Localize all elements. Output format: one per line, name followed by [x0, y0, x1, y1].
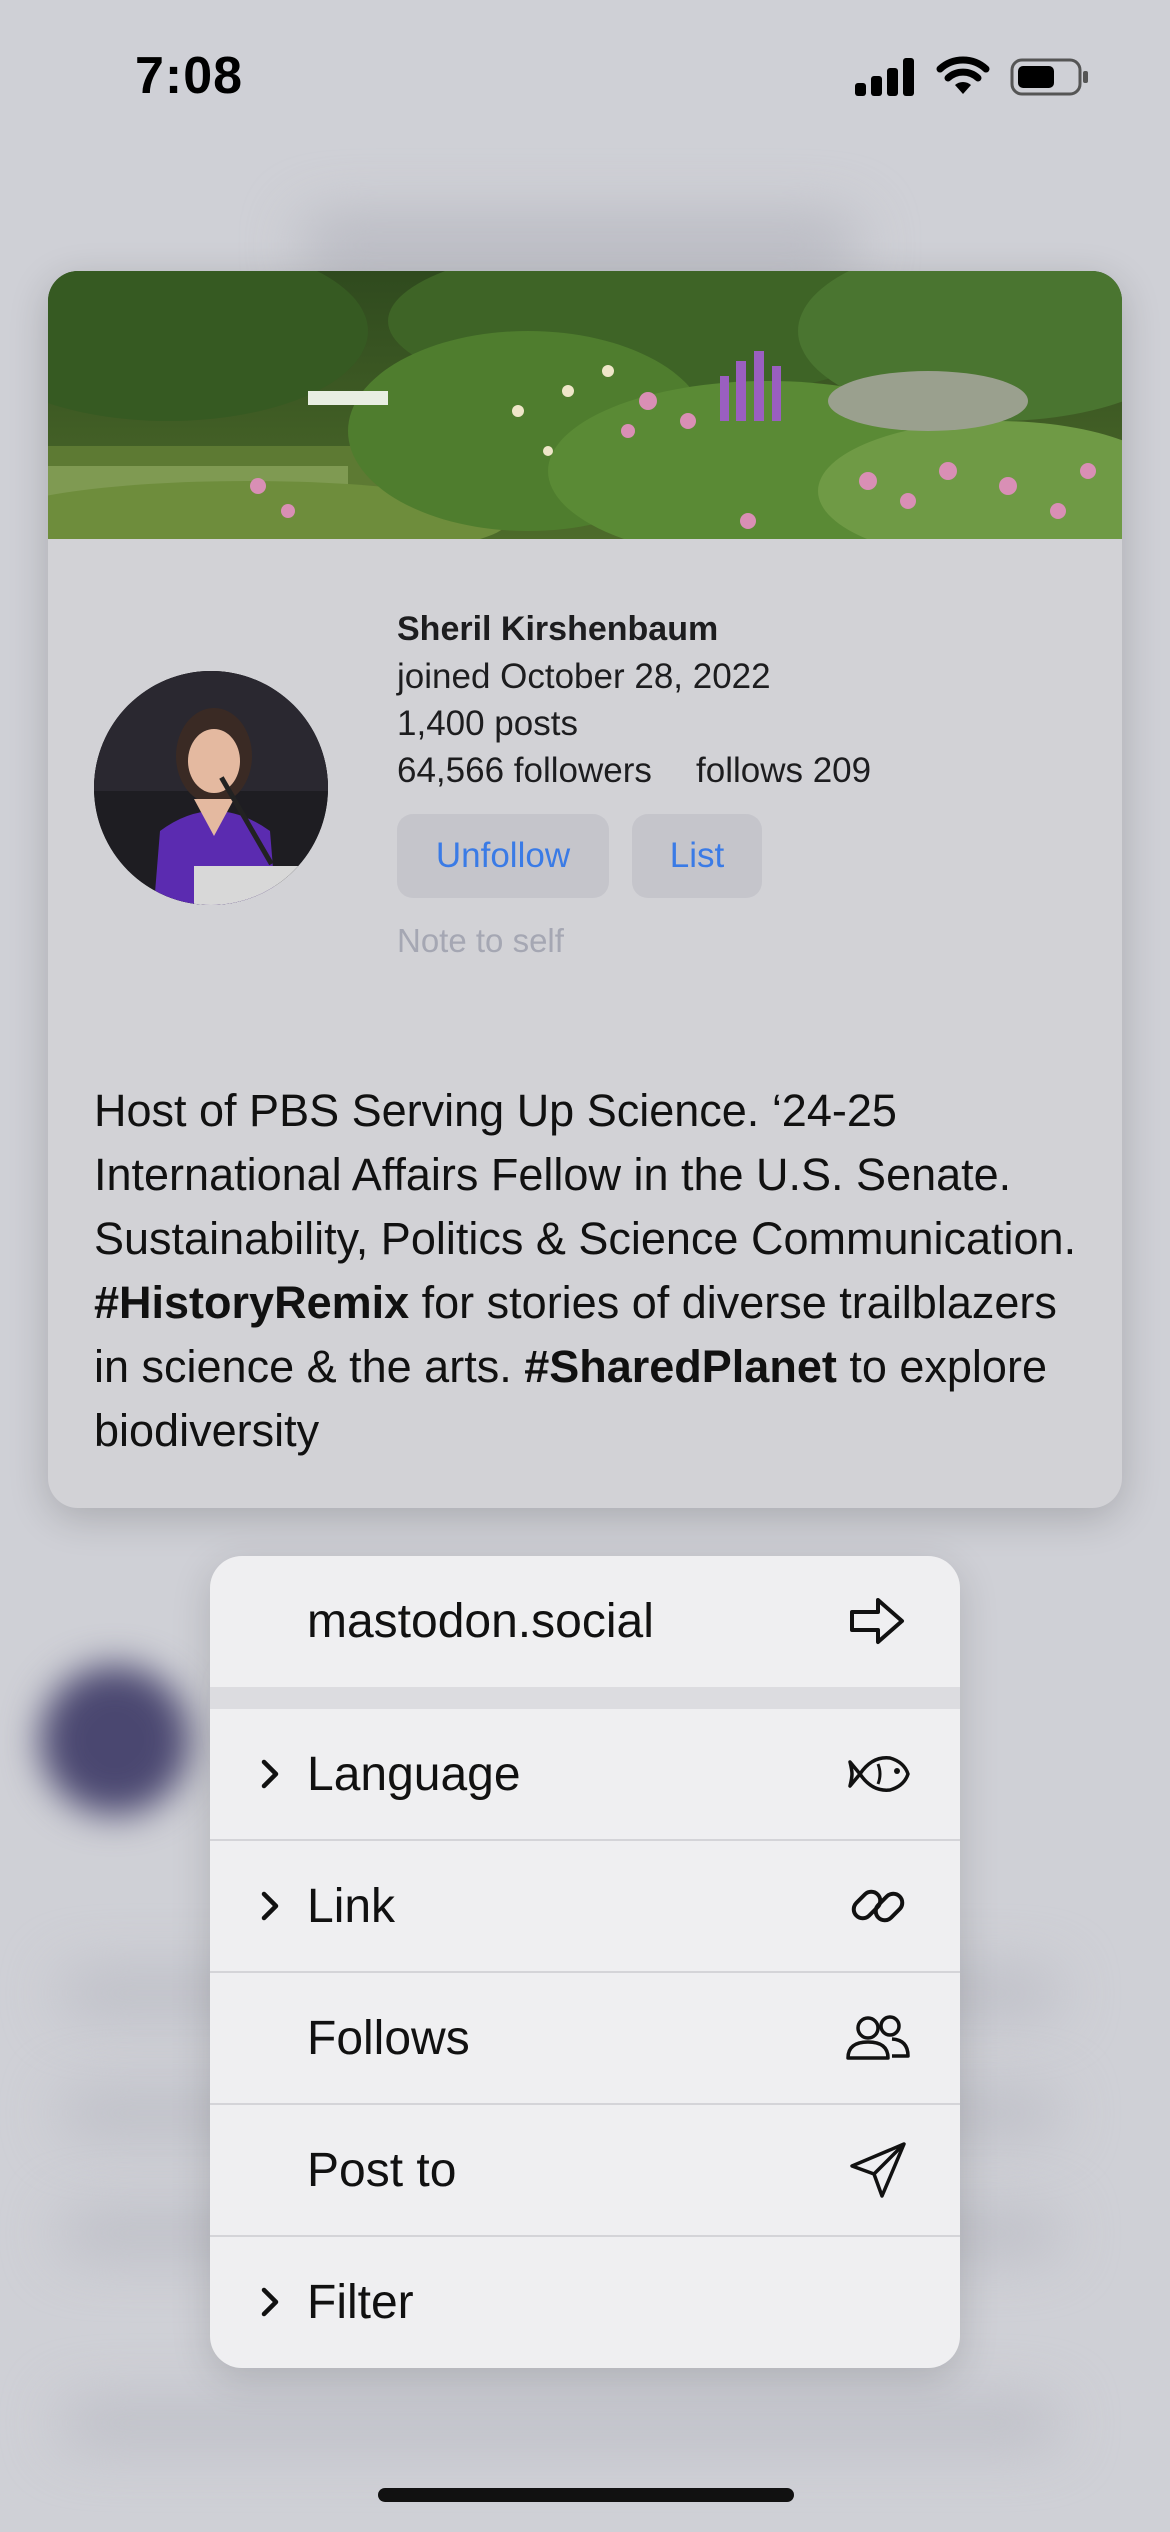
hashtag-link[interactable]: #HistoryRemix — [94, 1277, 409, 1328]
profile-joined-date: joined October 28, 2022 — [397, 657, 771, 696]
menu-item-label: Filter — [307, 2275, 414, 2329]
link-icon — [851, 1889, 905, 1923]
note-to-self-field[interactable]: Note to self — [397, 922, 564, 960]
status-time: 7:08 — [135, 47, 244, 105]
menu-item-filter[interactable]: Filter — [210, 2237, 960, 2367]
people-icon — [846, 2015, 910, 2060]
battery-icon — [1010, 58, 1088, 96]
menu-item-post-to[interactable]: Post to — [210, 2105, 960, 2235]
profile-banner-image — [48, 271, 1122, 539]
menu-item-label: mastodon.social — [307, 1594, 654, 1648]
arrow-right-icon — [850, 1598, 904, 1644]
blurred-line — [60, 2400, 1060, 2446]
profile-card: Sheril Kirshenbaum joined October 28, 20… — [48, 271, 1122, 1508]
unfollow-button[interactable]: Unfollow — [397, 814, 609, 898]
fish-icon — [848, 1756, 910, 1792]
menu-item-label: Follows — [307, 2011, 470, 2065]
list-button[interactable]: List — [632, 814, 762, 898]
hashtag-link[interactable]: #SharedPlanet — [524, 1341, 837, 1392]
profile-posts-count: 1,400 posts — [397, 704, 578, 743]
menu-item-label: Link — [307, 1879, 396, 1933]
menu-group-separator — [210, 1687, 960, 1709]
status-bar: 7:08 — [0, 0, 1170, 150]
blurred-header — [300, 215, 860, 275]
menu-item-label: Language — [307, 1747, 521, 1801]
chevron-right-icon — [261, 2287, 279, 2317]
menu-item-label: Post to — [307, 2143, 457, 2197]
bio-text: Host of PBS Serving Up Science. ‘24-25 I… — [94, 1085, 1077, 1264]
menu-item-follows[interactable]: Follows — [210, 1973, 960, 2103]
chevron-right-icon — [261, 1891, 279, 1921]
home-indicator[interactable] — [378, 2488, 794, 2502]
profile-bio: Host of PBS Serving Up Science. ‘24-25 I… — [94, 1079, 1084, 1463]
blurred-avatar — [40, 1665, 190, 1815]
menu-item-language[interactable]: Language — [210, 1709, 960, 1839]
cellular-signal-icon — [855, 58, 915, 96]
profile-name: Sheril Kirshenbaum — [397, 610, 719, 648]
paper-plane-icon — [850, 2142, 906, 2198]
profile-follows-count[interactable]: follows 209 — [696, 751, 871, 791]
context-menu: mastodon.social Language Link Follows Po… — [210, 1556, 960, 2368]
menu-item-server[interactable]: mastodon.social — [210, 1556, 960, 1686]
chevron-right-icon — [261, 1759, 279, 1789]
profile-followers-count[interactable]: 64,566 followers — [397, 751, 652, 791]
profile-avatar[interactable] — [94, 671, 328, 905]
menu-item-link[interactable]: Link — [210, 1841, 960, 1971]
wifi-icon — [936, 56, 990, 94]
